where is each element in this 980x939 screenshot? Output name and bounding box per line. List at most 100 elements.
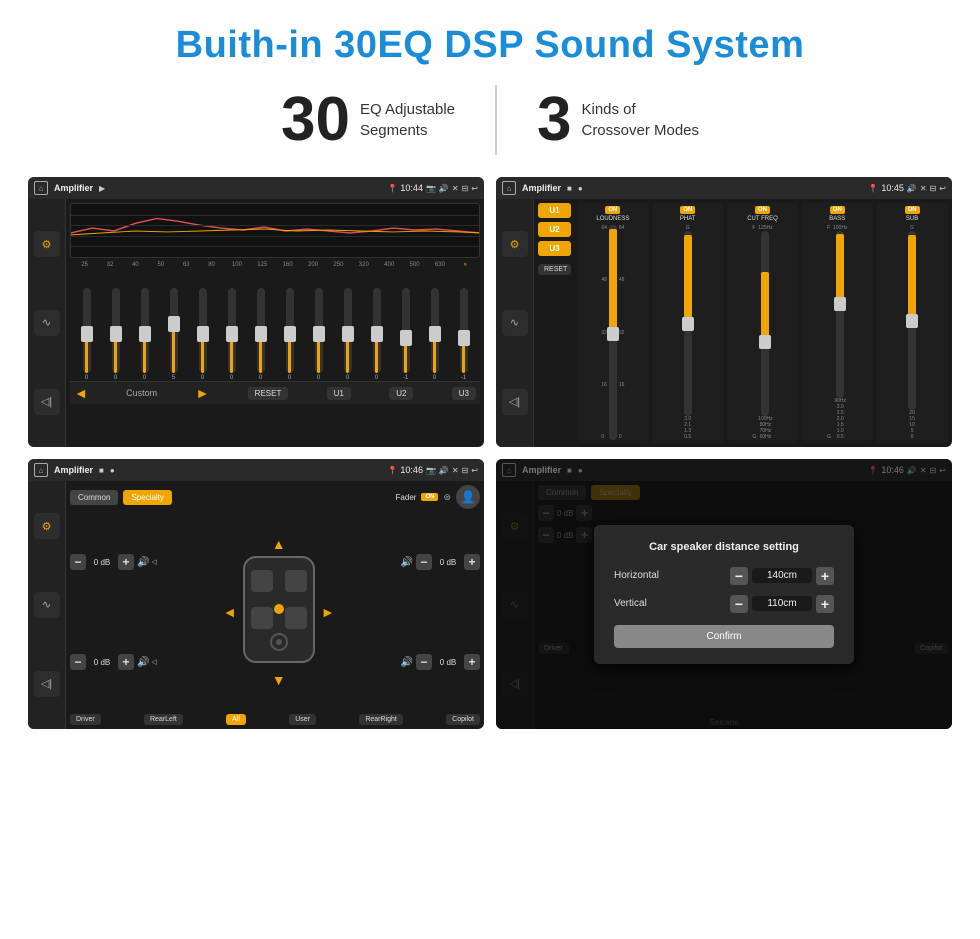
xo-wave-btn[interactable]: ∿: [502, 310, 528, 336]
eq-slider-3[interactable]: [170, 288, 178, 373]
stat-crossover: 3 Kinds of Crossover Modes: [497, 89, 739, 151]
balance-content: ⚙ ∿ ◁| Common Specialty Fader ON ⊜: [28, 481, 484, 729]
eq-slider-4[interactable]: [199, 288, 207, 373]
arrow-right[interactable]: ►: [321, 604, 335, 620]
user-btn[interactable]: User: [289, 714, 316, 725]
cam-icon-1: 📷: [426, 184, 436, 193]
eq-slider-8[interactable]: [315, 288, 323, 373]
db-minus-tr[interactable]: −: [416, 554, 432, 570]
xo-vol-btn[interactable]: ◁|: [502, 389, 528, 415]
db-plus-tl[interactable]: +: [118, 554, 134, 570]
eq-tune-btn[interactable]: ⚙: [34, 231, 60, 257]
common-btn[interactable]: Common: [70, 490, 118, 505]
screen-balance: ⌂ Amplifier ■ ● 📍 10:46 📷 🔊 ✕ ⊟ ↩: [28, 459, 484, 729]
loudness-slider[interactable]: [609, 225, 617, 440]
page-wrapper: Buith-in 30EQ DSP Sound System 30 EQ Adj…: [0, 0, 980, 739]
eq-content: ⚙ ∿ ◁|: [28, 199, 484, 447]
vertical-plus[interactable]: +: [816, 595, 834, 613]
page-title: Buith-in 30EQ DSP Sound System: [0, 0, 980, 85]
u2-btn-1[interactable]: U2: [389, 387, 413, 400]
eq-side-controls: ⚙ ∿ ◁|: [28, 199, 66, 447]
eq-slider-12[interactable]: [431, 288, 439, 373]
eq-slider-1[interactable]: [112, 288, 120, 373]
rear-right-btn[interactable]: RearRight: [359, 714, 403, 725]
bal-wave-btn[interactable]: ∿: [34, 592, 60, 618]
db-plus-tr[interactable]: +: [464, 554, 480, 570]
vertical-minus[interactable]: −: [730, 595, 748, 613]
db-plus-br[interactable]: +: [464, 654, 480, 670]
xo-sub: ON SUB G: [876, 203, 948, 443]
pin-icon-1: 📍: [387, 184, 397, 193]
u3-btn-1[interactable]: U3: [452, 387, 476, 400]
next-arrow[interactable]: ►: [196, 385, 210, 401]
play-icon-1: ▶: [99, 184, 105, 193]
eq-slider-0[interactable]: [83, 288, 91, 373]
bal-vol-btn[interactable]: ◁|: [34, 671, 60, 697]
driver-btn[interactable]: Driver: [70, 714, 101, 725]
reset-btn-2[interactable]: RESET: [538, 264, 571, 275]
arrow-down[interactable]: ▼: [272, 672, 286, 688]
back-icon-3[interactable]: ↩: [471, 466, 478, 475]
copilot-btn[interactable]: Copilot: [446, 714, 480, 725]
confirm-button[interactable]: Confirm: [614, 625, 834, 648]
eq-bottom-bar: ◄ Custom ► RESET U1 U2 U3: [70, 381, 480, 404]
bal-content-area: − 0 dB + 🔊 ◁ −: [70, 514, 480, 710]
db-plus-bl[interactable]: +: [118, 654, 134, 670]
eq-slider-13[interactable]: [460, 288, 468, 373]
specialty-btn[interactable]: Specialty: [123, 490, 171, 505]
screen-crossover: ⌂ Amplifier ■ ● 📍 10:45 🔊 ✕ ⊟ ↩: [496, 177, 952, 447]
eq-slider-9[interactable]: [344, 288, 352, 373]
rec-icon-2: ■: [567, 184, 572, 193]
back-icon-1[interactable]: ↩: [471, 184, 478, 193]
eq-slider-7[interactable]: [286, 288, 294, 373]
bass-slider[interactable]: [836, 231, 844, 398]
dialog-overlay: Car speaker distance setting Horizontal …: [496, 459, 952, 729]
eq-wave-btn[interactable]: ∿: [34, 310, 60, 336]
db-minus-bl[interactable]: −: [70, 654, 86, 670]
status-bar-1: ⌂ Amplifier ▶ 📍 10:44 📷 🔊 ✕ ⊟ ↩: [28, 177, 484, 199]
status-bar-3: ⌂ Amplifier ■ ● 📍 10:46 📷 🔊 ✕ ⊟ ↩: [28, 459, 484, 481]
arrow-up[interactable]: ▲: [272, 536, 286, 552]
stats-row: 30 EQ Adjustable Segments 3 Kinds of Cro…: [0, 85, 980, 155]
u1-btn-1[interactable]: U1: [327, 387, 351, 400]
eq-slider-2[interactable]: [141, 288, 149, 373]
phat-slider[interactable]: [684, 231, 692, 416]
sub-slider[interactable]: [908, 231, 916, 410]
all-btn[interactable]: All: [226, 714, 246, 725]
home-icon-2[interactable]: ⌂: [502, 181, 516, 195]
speaker-bl-icon: 🔊: [137, 657, 149, 668]
eq-vol-btn[interactable]: ◁|: [34, 389, 60, 415]
db-minus-br[interactable]: −: [416, 654, 432, 670]
dot-icon-3: ●: [110, 466, 115, 475]
vol-icon-1: 🔊: [439, 184, 449, 193]
speaker-br-icon: 🔊: [401, 657, 413, 668]
horizontal-plus[interactable]: +: [816, 567, 834, 585]
bal-tune-btn[interactable]: ⚙: [34, 513, 60, 539]
u2-preset[interactable]: U2: [538, 222, 571, 237]
home-icon-3[interactable]: ⌂: [34, 463, 48, 477]
eq-slider-6[interactable]: [257, 288, 265, 373]
prev-arrow[interactable]: ◄: [74, 385, 88, 401]
horizontal-minus[interactable]: −: [730, 567, 748, 585]
xo-tune-btn[interactable]: ⚙: [502, 231, 528, 257]
eq-graph: [70, 203, 480, 258]
vol-icon-3: 🔊: [439, 466, 449, 475]
x-icon-2: ✕: [920, 184, 927, 193]
u3-preset[interactable]: U3: [538, 241, 571, 256]
reset-btn-1[interactable]: RESET: [248, 387, 289, 400]
rear-left-btn[interactable]: RearLeft: [144, 714, 183, 725]
back-icon-2[interactable]: ↩: [939, 184, 946, 193]
u1-preset[interactable]: U1: [538, 203, 571, 218]
fader-sliders-icon: ⊜: [443, 492, 451, 503]
arrow-left[interactable]: ◄: [223, 604, 237, 620]
db-minus-tl[interactable]: −: [70, 554, 86, 570]
eq-slider-5[interactable]: [228, 288, 236, 373]
cutfreq-slider[interactable]: [761, 231, 769, 416]
eq-slider-10[interactable]: [373, 288, 381, 373]
home-icon-1[interactable]: ⌂: [34, 181, 48, 195]
stat1-desc: EQ Adjustable Segments: [360, 99, 455, 141]
eq-slider-11[interactable]: [402, 288, 410, 373]
person-icon-btn[interactable]: 👤: [456, 485, 480, 509]
xo-side-controls: ⚙ ∿ ◁|: [496, 199, 534, 447]
stat1-number: 30: [281, 89, 350, 151]
